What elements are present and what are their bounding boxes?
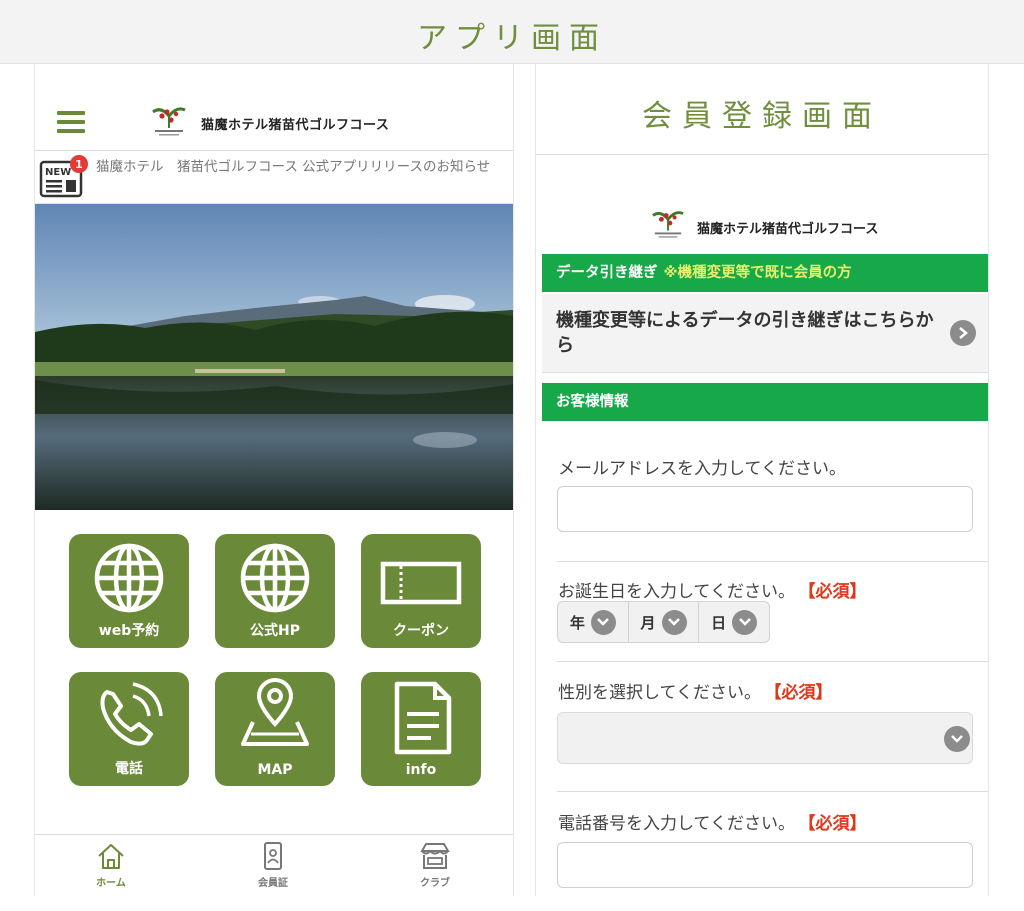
tab-club[interactable]: クラブ — [385, 841, 485, 893]
news-headline[interactable]: 猫魔ホテル 猪苗代ゴルフコース 公式アプリリリースのお知らせ — [96, 159, 506, 176]
golf-brand-logo — [652, 211, 684, 238]
tab-member-card[interactable]: 会員証 — [223, 841, 323, 893]
tab-label: クラブ — [420, 878, 450, 889]
divider — [557, 661, 988, 662]
email-field[interactable] — [557, 486, 973, 532]
registration-screen: 会員登録画面 猫魔ホテル猪苗代ゴルフコース データ引き継ぎ ※機種変更等で既に会員… — [535, 64, 989, 896]
registration-header: 会員登録画面 — [536, 64, 988, 155]
document-icon — [394, 681, 452, 755]
chevron-down-icon — [732, 609, 758, 635]
section-data-transfer: データ引き継ぎ ※機種変更等で既に会員の方 — [542, 254, 988, 292]
data-transfer-text: 機種変更等によるデータの引き継ぎはこちらから — [556, 310, 934, 356]
chevron-down-icon — [944, 726, 970, 752]
phone-icon — [100, 682, 163, 746]
map-pin-icon — [241, 678, 309, 746]
data-transfer-link[interactable]: 機種変更等によるデータの引き継ぎはこちらから — [542, 294, 988, 373]
year-label: 年 — [569, 613, 585, 632]
tab-label: 会員証 — [258, 878, 288, 889]
section-title: お客様情報 — [556, 394, 629, 410]
golf-brand-logo — [152, 107, 186, 136]
gender-select[interactable] — [557, 712, 973, 764]
email-label-text: メールアドレスを入力してください。 — [558, 459, 846, 479]
birth-year-select[interactable]: 年 — [558, 602, 629, 642]
app-home-screen: 猫魔ホテル猪苗代ゴルフコース NEW 1 猫魔ホテル 猪苗代ゴルフコース 公式ア… — [34, 64, 514, 896]
birthday-label: お誕生日を入力してください。 【必須】 — [558, 577, 866, 602]
globe-icon — [240, 543, 310, 613]
ticket-icon — [380, 561, 462, 605]
divider — [557, 791, 988, 792]
tile-phone[interactable]: 電話 — [69, 672, 189, 786]
gender-label: 性別を選択してください。 【必須】 — [558, 678, 832, 703]
tile-label: info — [405, 762, 437, 778]
tile-label: 公式HP — [250, 623, 300, 639]
section-customer-info: お客様情報 — [542, 383, 988, 421]
tile-map[interactable]: MAP — [215, 672, 335, 786]
required-mark: 【必須】 — [772, 683, 833, 703]
app-header: 猫魔ホテル猪苗代ゴルフコース — [35, 64, 513, 151]
member-card-icon — [264, 842, 282, 870]
chevron-down-icon — [661, 609, 687, 635]
phone-label-text: 電話番号を入力してください。 — [558, 814, 795, 834]
menu-icon[interactable] — [57, 111, 85, 133]
phone-label: 電話番号を入力してください。 【必須】 — [558, 809, 866, 834]
tile-label: 電話 — [115, 761, 143, 777]
birth-day-select[interactable]: 日 — [699, 602, 769, 642]
gender-label-text: 性別を選択してください。 — [558, 683, 761, 703]
month-label: 月 — [640, 613, 656, 632]
section-title: データ引き継ぎ — [556, 265, 658, 281]
brand-name: 猫魔ホテル猪苗代ゴルフコース — [201, 118, 390, 133]
chevron-right-icon — [950, 320, 976, 346]
brand-name: 猫魔ホテル猪苗代ゴルフコース — [697, 222, 879, 237]
news-badge: 1 — [70, 155, 88, 173]
chevron-down-icon — [590, 609, 616, 635]
phone-field[interactable] — [557, 842, 973, 888]
required-mark: 【必須】 — [806, 582, 867, 602]
news-icon-text: NEW — [45, 167, 71, 178]
banner-title: アプリ画面 — [417, 20, 607, 56]
birthday-label-text: お誕生日を入力してください。 — [558, 582, 795, 602]
tile-label: MAP — [257, 762, 293, 778]
birthday-selector: 年 月 日 — [557, 601, 770, 643]
tile-label: web予約 — [98, 623, 160, 639]
golf-course-photo — [35, 204, 513, 510]
registration-title: 会員登録画面 — [642, 99, 882, 134]
divider — [557, 561, 988, 562]
feature-grid: web予約 公式HP クーポン 電話 MAP info — [69, 534, 481, 786]
section-note: ※機種変更等で既に会員の方 — [663, 265, 852, 281]
email-label: メールアドレスを入力してください。 — [558, 454, 846, 479]
screenshot-banner: アプリ画面 — [0, 0, 1024, 64]
tile-coupon[interactable]: クーポン — [361, 534, 481, 648]
tab-home[interactable]: ホーム — [61, 841, 161, 893]
tab-label: ホーム — [96, 878, 126, 889]
tile-official-site[interactable]: 公式HP — [215, 534, 335, 648]
tile-info[interactable]: info — [361, 672, 481, 786]
globe-icon — [94, 543, 164, 613]
bottom-tab-bar: ホーム 会員証 クラブ — [35, 834, 513, 896]
day-label: 日 — [711, 613, 727, 632]
store-icon — [420, 843, 450, 869]
required-mark: 【必須】 — [806, 814, 867, 834]
birth-month-select[interactable]: 月 — [629, 602, 700, 642]
home-icon — [98, 844, 124, 869]
tile-web-booking[interactable]: web予約 — [69, 534, 189, 648]
tile-label: クーポン — [393, 623, 449, 639]
news-banner[interactable]: NEW 1 猫魔ホテル 猪苗代ゴルフコース 公式アプリリリースのお知らせ — [35, 151, 513, 204]
